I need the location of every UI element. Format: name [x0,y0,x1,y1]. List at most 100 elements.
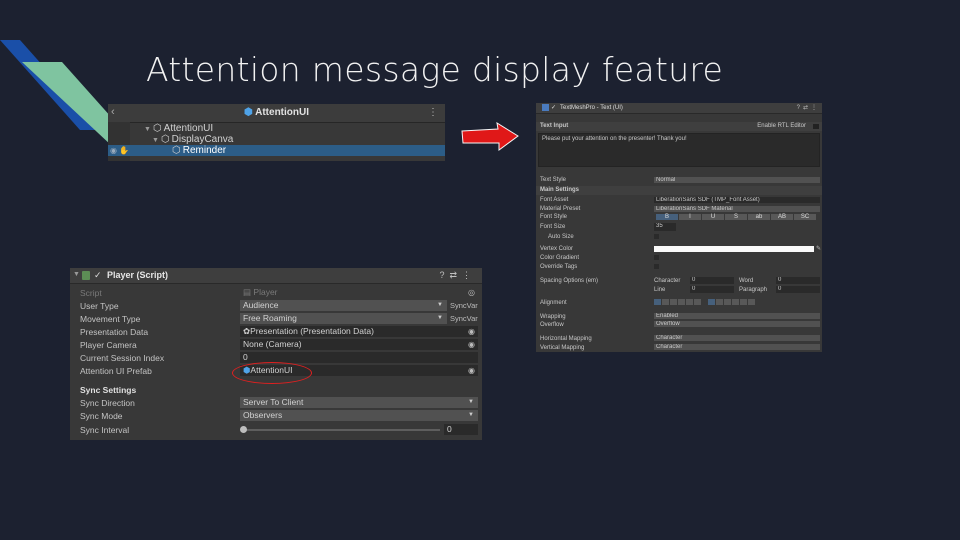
eyedropper-icon[interactable]: ✎ [816,245,821,252]
expand-arrow-icon[interactable]: ▼ [144,126,151,133]
vertical-mapping-dropdown[interactable]: Character [654,344,820,350]
enable-rtl-checkbox[interactable] [813,124,819,129]
uppercase-button[interactable]: AB [771,214,793,220]
presentation-data-field[interactable]: ✿Presentation (Presentation Data) ◉ [240,326,478,337]
component-menu-icons[interactable]: ?⇄⋮ [439,270,476,281]
textmeshpro-inspector: ✓ TextMeshPro - Text (UI) ?⇄⋮ Text Input… [536,103,822,352]
dropdown-caret-icon: ▼ [468,399,474,405]
player-camera-field[interactable]: None (Camera) ◉ [240,339,478,350]
player-script-inspector: ▼ ✓ Player (Script) ?⇄⋮ Script ▤ Player ◎… [70,268,482,440]
hierarchy-item-displaycanva[interactable]: ▼ ⬡ DisplayCanva [108,134,445,145]
component-menu-icons[interactable]: ?⇄⋮ [797,104,820,111]
font-size-label: Font Size [540,224,566,230]
text-input-area[interactable]: Please put your attention on the present… [538,133,820,167]
vertex-color-swatch[interactable] [654,246,814,252]
slide-title: Attention message display feature [146,50,724,89]
character-label: Character [654,278,681,284]
sync-interval-label: Sync Interval [80,425,130,435]
script-file-icon [82,271,90,280]
font-asset-field[interactable]: LiberationSans SDF (TMP_Font Asset) [654,197,820,203]
bold-button[interactable]: B [656,214,678,220]
enable-rtl-label: Enable RTL Editor [757,123,806,129]
visibility-icon[interactable]: ◉ ✋ [110,145,129,156]
overflow-dropdown[interactable]: Overflow [654,321,820,327]
enabled-checkbox[interactable]: ✓ [94,270,102,281]
line-label: Line [654,287,666,293]
sync-direction-dropdown[interactable]: Server To Client ▼ [240,397,478,408]
dropdown-caret-icon: ▼ [468,412,474,418]
object-picker-icon[interactable]: ◉ [468,365,475,376]
presentation-data-row: Presentation Data ✿Presentation (Present… [70,326,482,339]
player-camera-row: Player Camera None (Camera) ◉ [70,339,482,352]
hierarchy-item-reminder[interactable]: ◉ ✋ ⬡ Reminder [108,145,445,156]
target-icon: ◎ [468,288,475,297]
font-size-field[interactable]: 35 [654,223,676,231]
material-preset-label: Material Preset [540,206,581,212]
sync-mode-label: Sync Mode [80,411,123,421]
user-type-dropdown[interactable]: Audience ▼ [240,300,447,311]
sync-mode-dropdown[interactable]: Observers ▼ [240,410,478,421]
vertical-mapping-label: Vertical Mapping [540,345,585,351]
text-style-dropdown[interactable]: Normal [654,177,820,183]
object-picker-icon[interactable]: ◉ [468,339,475,350]
movement-type-label: Movement Type [80,314,141,324]
sync-interval-slider-knob[interactable] [240,426,247,433]
object-picker-icon[interactable]: ◉ [468,326,475,337]
color-gradient-checkbox[interactable] [654,255,659,260]
sync-interval-slider-track[interactable] [244,429,440,431]
gameobject-icon: ⬡ [172,145,181,156]
hierarchy-item-attentionui[interactable]: ▼ ⬡ AttentionUI [108,123,445,134]
strikethrough-button[interactable]: S [725,214,747,220]
spacing-options-label: Spacing Options (em) [540,278,599,284]
paragraph-field[interactable]: 0 [776,286,820,293]
kebab-menu-icon[interactable]: ⋮ [428,107,438,118]
sync-settings-row: Sync Settings [70,384,482,397]
foldout-arrow-icon[interactable]: ▼ [73,271,80,278]
script-row: Script ▤ Player ◎ [80,287,475,298]
lowercase-button[interactable]: ab [748,214,770,220]
horizontal-mapping-label: Horizontal Mapping [540,336,592,342]
player-camera-label: Player Camera [80,340,137,350]
override-tags-checkbox[interactable] [654,264,659,269]
line-field[interactable]: 0 [690,286,734,293]
hierarchy-title: AttentionUI [255,107,310,118]
movement-type-row: Movement Type Free Roaming ▼ SyncVar [70,313,482,326]
user-type-row: User Type Audience ▼ SyncVar [70,300,482,313]
sync-interval-field[interactable]: 0 [444,424,478,435]
character-field[interactable]: 0 [690,277,734,284]
sync-interval-row: Sync Interval 0 [70,424,482,437]
tmp-header: ✓ TextMeshPro - Text (UI) ?⇄⋮ [536,103,822,114]
syncvar-label: SyncVar [450,301,478,310]
auto-size-label: Auto Size [548,234,574,240]
font-style-label: Font Style [540,214,568,220]
alignment-buttons[interactable] [654,299,755,305]
underline-button[interactable]: U [702,214,724,220]
player-script-header: ▼ ✓ Player (Script) ?⇄⋮ [70,268,482,284]
enabled-checkbox[interactable]: ✓ [551,104,556,111]
highlight-ellipse [232,362,312,384]
smallcaps-button[interactable]: SC [794,214,816,220]
prefab-cube-icon: ⬢ [243,107,253,118]
paragraph-label: Paragraph [739,287,768,293]
overflow-label: Overflow [540,322,564,328]
main-settings-section: Main Settings [536,186,822,195]
wrapping-dropdown[interactable]: Enabled [654,313,820,319]
horizontal-mapping-dropdown[interactable]: Character [654,335,820,341]
gameobject-icon: ⬡ [160,134,170,145]
script-value: Player [253,287,278,297]
vertex-color-label: Vertex Color [540,246,574,252]
wrapping-label: Wrapping [540,314,566,320]
syncvar-label: SyncVar [450,314,478,323]
alignment-label: Alignment [540,300,567,306]
expand-arrow-icon[interactable]: ▼ [152,137,159,144]
movement-type-dropdown[interactable]: Free Roaming ▼ [240,313,447,324]
text-input-section: Text Input Enable RTL Editor [536,122,822,131]
session-index-label: Current Session Index [80,353,165,363]
italic-button[interactable]: I [679,214,701,220]
sync-direction-label: Sync Direction [80,398,135,408]
material-preset-dropdown[interactable]: LiberationSans SDF Material [654,206,820,212]
word-field[interactable]: 0 [776,277,820,284]
tmp-title: TextMeshPro - Text (UI) [560,105,623,111]
script-file-icon: ▤ [243,287,254,297]
auto-size-checkbox[interactable] [654,234,659,239]
